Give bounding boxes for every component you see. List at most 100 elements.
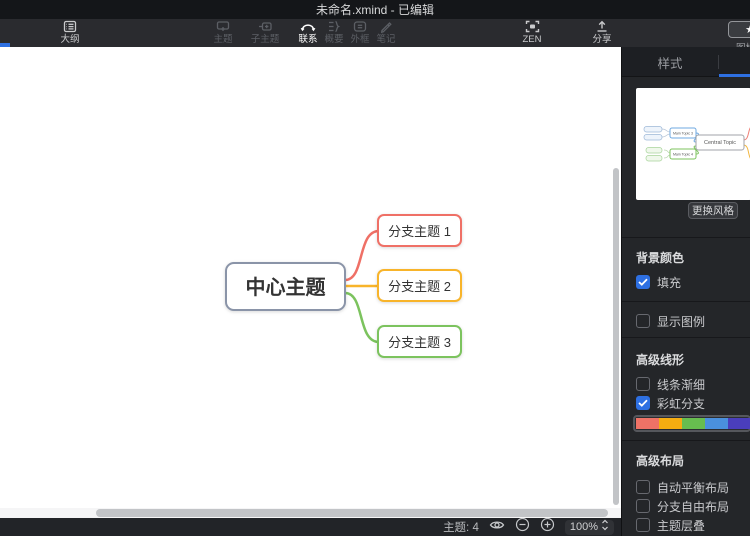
fill-label: 填充 bbox=[657, 274, 681, 291]
pitch-mode-button[interactable] bbox=[489, 518, 505, 536]
free-layout-checkbox-row[interactable]: 分支自由布局 bbox=[636, 498, 729, 514]
mindmap-canvas[interactable]: 中心主题 分支主题 1 分支主题 2 分支主题 3 bbox=[0, 47, 621, 518]
toolbar: 大纲 主题 子主题 bbox=[0, 19, 750, 47]
relationship-icon bbox=[300, 20, 316, 33]
preview-central-text: Central Topic bbox=[704, 140, 736, 146]
markers-button[interactable]: ★ bbox=[728, 21, 750, 38]
eye-icon bbox=[489, 518, 505, 536]
zoom-level-control[interactable]: 100% bbox=[565, 520, 614, 535]
auto-balance-checkbox-unchecked-icon[interactable] bbox=[636, 480, 650, 494]
branch3-text: 分支主题 3 bbox=[388, 335, 451, 350]
window-titlebar: 未命名.xmind - 已编辑 bbox=[0, 0, 750, 19]
panel-tabbar: 样式 bbox=[622, 47, 750, 77]
branch2-text: 分支主题 2 bbox=[388, 279, 451, 294]
rainbow-palette-button[interactable] bbox=[633, 415, 750, 432]
free-layout-checkbox-unchecked-icon[interactable] bbox=[636, 499, 650, 513]
zen-mode-icon bbox=[525, 20, 540, 33]
window-title: 未命名.xmind - 已编辑 bbox=[316, 1, 434, 18]
central-topic[interactable]: 中心主题 bbox=[226, 263, 345, 310]
section-divider bbox=[622, 237, 750, 238]
preview-topic4-text: Main Topic 4 bbox=[673, 152, 693, 156]
relationship-label: 联系 bbox=[298, 34, 317, 45]
advanced-line-heading: 高级线形 bbox=[636, 351, 684, 368]
section-divider bbox=[622, 337, 750, 338]
rainbow-swatch-blue bbox=[705, 418, 728, 429]
share-button[interactable]: 分享 bbox=[584, 20, 620, 45]
active-tab-underline bbox=[719, 74, 750, 77]
branch1-connector bbox=[345, 231, 379, 280]
add-topic-label: 主题 bbox=[213, 34, 232, 45]
topic-overlap-checkbox-unchecked-icon[interactable] bbox=[636, 518, 650, 532]
fill-checkbox-row[interactable]: 填充 bbox=[636, 274, 681, 290]
minus-circle-icon bbox=[515, 517, 530, 536]
preview-topic3-text: Main Topic 3 bbox=[673, 131, 693, 135]
zoom-stepper-icon bbox=[601, 518, 609, 536]
add-subtopic-button[interactable]: 子主题 bbox=[243, 20, 287, 45]
tapered-lines-checkbox-unchecked-icon[interactable] bbox=[636, 377, 650, 391]
topic-overlap-label: 主题层叠 bbox=[657, 517, 705, 534]
outline-button[interactable]: 大纲 bbox=[50, 20, 90, 45]
add-subtopic-icon bbox=[258, 20, 272, 33]
share-icon bbox=[595, 20, 609, 33]
rainbow-swatch-red bbox=[636, 418, 659, 429]
add-subtopic-label: 子主题 bbox=[251, 34, 280, 45]
advanced-layout-heading: 高级布局 bbox=[636, 452, 684, 469]
section-divider bbox=[622, 440, 750, 441]
tapered-lines-label: 线条渐细 bbox=[657, 376, 705, 393]
note-label: 笔记 bbox=[376, 34, 395, 45]
section-divider bbox=[622, 301, 750, 302]
central-topic-text: 中心主题 bbox=[246, 275, 327, 299]
rainbow-branch-checkbox-row[interactable]: 彩虹分支 bbox=[636, 395, 705, 411]
outline-label: 大纲 bbox=[60, 34, 79, 45]
summary-icon bbox=[327, 20, 341, 33]
style-preview-thumbnail[interactable]: Main Topic 3 Main Topic 4 Central Topic bbox=[636, 88, 750, 200]
share-label: 分享 bbox=[592, 34, 611, 45]
rainbow-swatch-green bbox=[682, 418, 705, 429]
summary-label: 概要 bbox=[324, 34, 343, 45]
branch3-connector bbox=[345, 293, 379, 342]
show-legend-checkbox-row[interactable]: 显示图例 bbox=[636, 313, 705, 329]
change-style-button[interactable]: 更换风格 bbox=[688, 202, 738, 219]
format-panel: 样式 Main Topic 3 bbox=[621, 47, 750, 536]
auto-balance-checkbox-row[interactable]: 自动平衡布局 bbox=[636, 479, 729, 495]
branch-topic-3[interactable]: 分支主题 3 bbox=[378, 326, 461, 357]
add-topic-button[interactable]: 主题 bbox=[205, 20, 241, 45]
xmind-window: 未命名.xmind - 已编辑 大纲 主题 bbox=[0, 0, 750, 536]
outline-icon bbox=[63, 20, 77, 33]
boundary-icon bbox=[353, 20, 367, 33]
zen-mode-label: ZEN bbox=[523, 34, 542, 45]
tab-canvas-selected[interactable] bbox=[719, 47, 750, 77]
horizontal-scrollbar[interactable] bbox=[96, 509, 608, 517]
topic-count: 主题: 4 bbox=[443, 519, 479, 535]
mindmap: 中心主题 分支主题 1 分支主题 2 分支主题 3 bbox=[0, 47, 621, 518]
zen-mode-button[interactable]: ZEN bbox=[512, 20, 552, 45]
branch-topic-2[interactable]: 分支主题 2 bbox=[378, 270, 461, 301]
topic-overlap-checkbox-row[interactable]: 主题层叠 bbox=[636, 517, 705, 533]
branch1-text: 分支主题 1 bbox=[388, 224, 451, 239]
background-color-heading: 背景颜色 bbox=[636, 249, 684, 266]
zoom-level-value: 100% bbox=[570, 521, 598, 533]
branch-topic-1[interactable]: 分支主题 1 bbox=[378, 215, 461, 246]
zoom-in-button[interactable] bbox=[540, 517, 555, 536]
add-topic-icon bbox=[216, 20, 230, 33]
free-layout-label: 分支自由布局 bbox=[657, 498, 729, 515]
rainbow-branch-checkbox-checked-icon[interactable] bbox=[636, 396, 650, 410]
vertical-scrollbar[interactable] bbox=[613, 168, 619, 505]
auto-balance-label: 自动平衡布局 bbox=[657, 479, 729, 496]
fill-checkbox-checked-icon[interactable] bbox=[636, 275, 650, 289]
rainbow-swatch-orange bbox=[659, 418, 682, 429]
zoom-out-button[interactable] bbox=[515, 517, 530, 536]
style-preview-map: Main Topic 3 Main Topic 4 Central Topic bbox=[636, 88, 750, 200]
rainbow-swatch-purple bbox=[728, 418, 750, 429]
boundary-label: 外框 bbox=[350, 34, 369, 45]
statusbar: 主题: 4 100% bbox=[0, 518, 621, 536]
star-icon: ★ bbox=[745, 23, 750, 36]
show-legend-label: 显示图例 bbox=[657, 313, 705, 330]
show-legend-checkbox-unchecked-icon[interactable] bbox=[636, 314, 650, 328]
tapered-lines-checkbox-row[interactable]: 线条渐细 bbox=[636, 376, 705, 392]
rainbow-branch-label: 彩虹分支 bbox=[657, 395, 705, 412]
note-button[interactable]: 笔记 bbox=[368, 20, 404, 45]
note-icon bbox=[379, 20, 393, 33]
plus-circle-icon bbox=[540, 517, 555, 536]
tab-style[interactable]: 样式 bbox=[622, 47, 718, 77]
